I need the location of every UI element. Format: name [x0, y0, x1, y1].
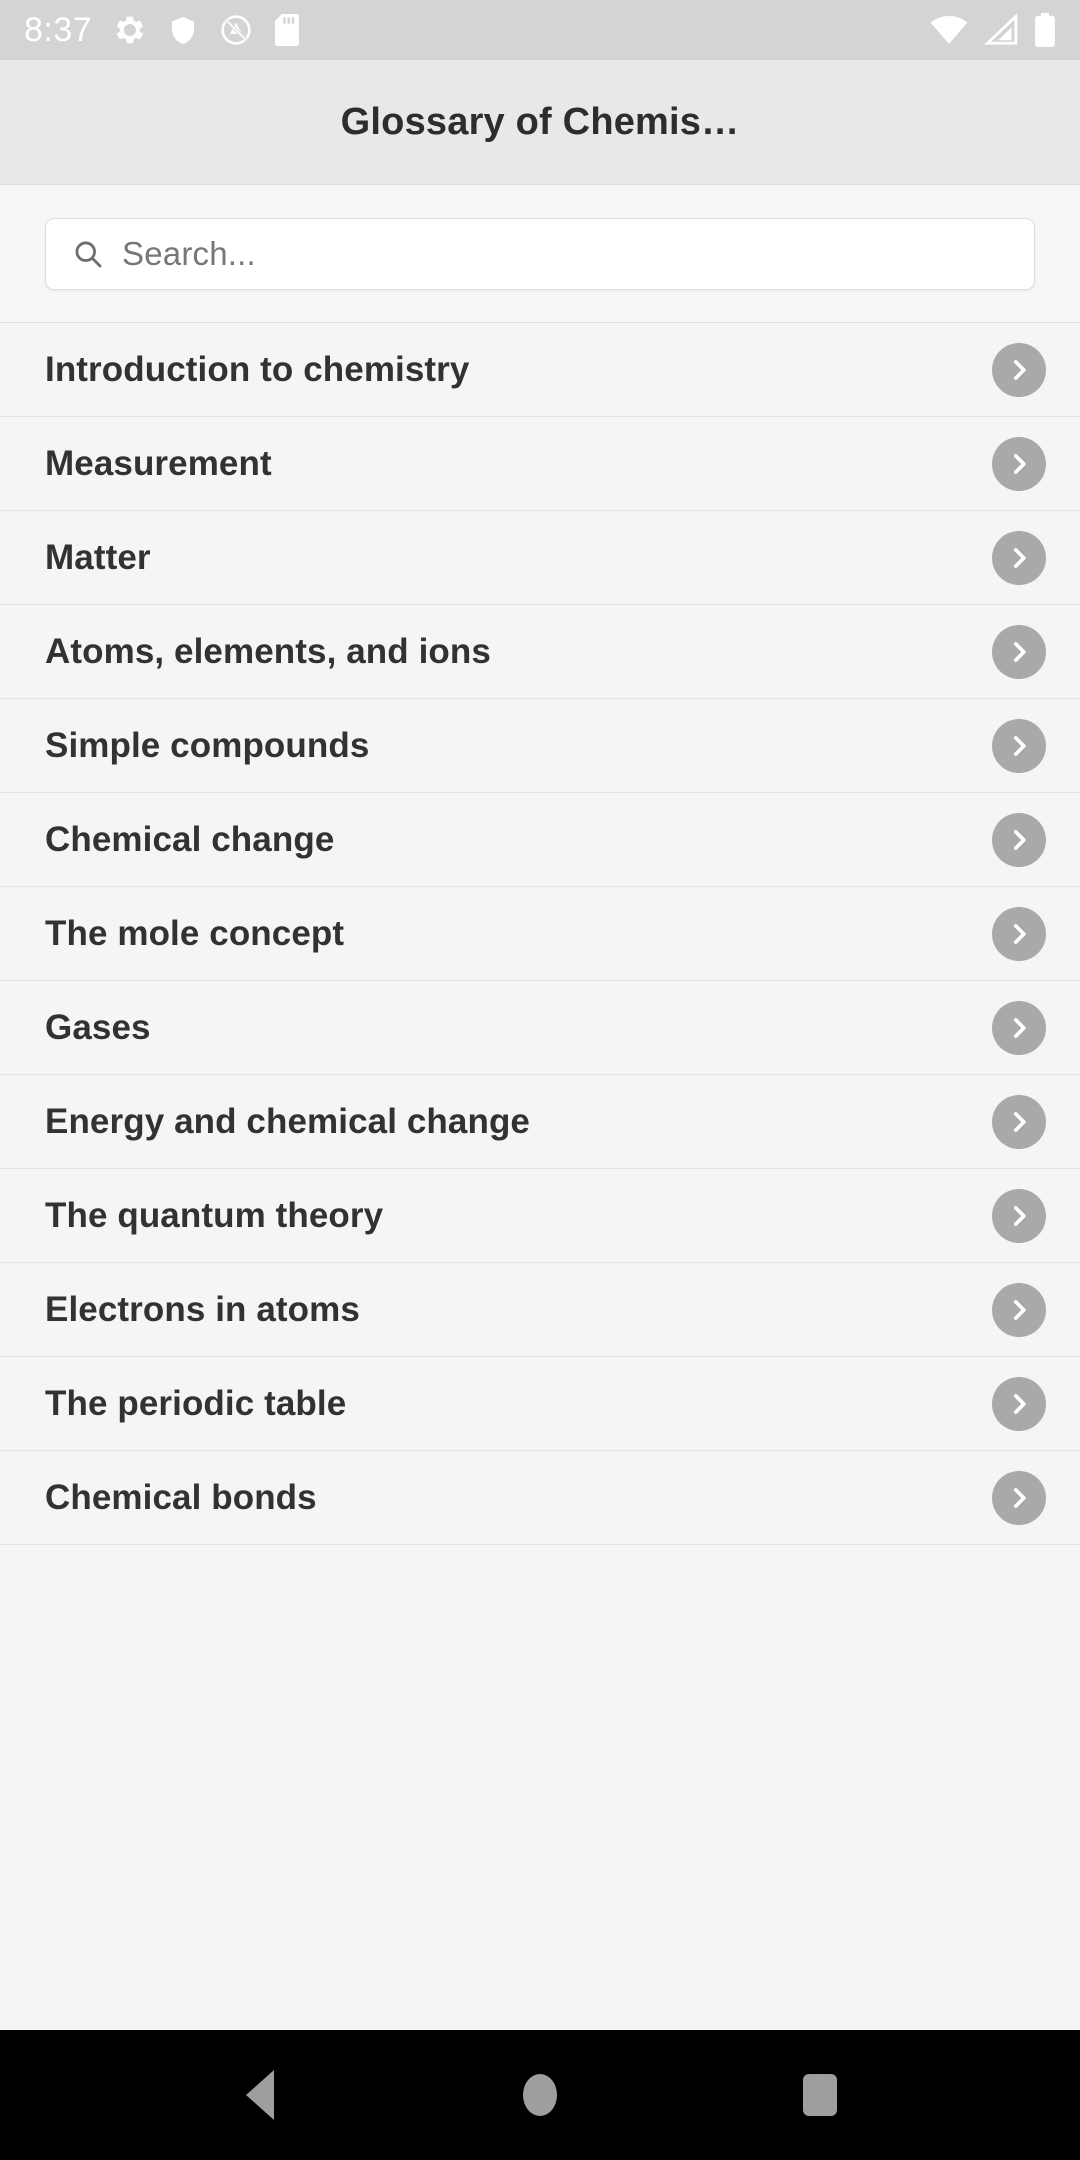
glossary-list[interactable]: Introduction to chemistry Measurement Matt…: [0, 323, 1080, 2030]
shield-icon: [168, 14, 198, 46]
no-ads-circle-slash-icon: [220, 14, 252, 46]
system-navigation-bar: [0, 2030, 1080, 2160]
app-screen: 8:37 Glossary of Chemis… Search... Intro…: [0, 0, 1080, 2160]
status-bar-right: [930, 13, 1056, 47]
square-icon: [803, 2074, 837, 2116]
list-item-label: Chemical bonds: [45, 1477, 317, 1517]
search-placeholder: Search...: [122, 234, 256, 272]
chevron-right-icon[interactable]: [992, 1376, 1046, 1431]
list-item-label: Atoms, elements, and ions: [45, 631, 491, 671]
list-item-label: Electrons in atoms: [45, 1289, 360, 1329]
chevron-right-icon[interactable]: [992, 1000, 1046, 1055]
search-icon: [72, 238, 104, 270]
app-title-bar: Glossary of Chemis…: [0, 60, 1080, 185]
chevron-right-icon[interactable]: [992, 1282, 1046, 1337]
triangle-left-icon: [246, 2070, 274, 2120]
chevron-right-icon[interactable]: [992, 718, 1046, 773]
chevron-right-icon[interactable]: [992, 812, 1046, 867]
list-item-label: Chemical change: [45, 819, 335, 859]
list-item[interactable]: The periodic table: [0, 1357, 1080, 1451]
cell-signal-icon: [984, 14, 1018, 46]
list-item-label: The periodic table: [45, 1383, 347, 1423]
chevron-right-icon[interactable]: [992, 906, 1046, 961]
list-item-label: The mole concept: [45, 913, 345, 953]
list-item-label: Measurement: [45, 443, 272, 483]
list-item-label: Gases: [45, 1007, 151, 1047]
search-section: Search...: [0, 185, 1080, 323]
chevron-right-icon[interactable]: [992, 1188, 1046, 1243]
chevron-right-icon[interactable]: [992, 1094, 1046, 1149]
list-item[interactable]: Atoms, elements, and ions: [0, 605, 1080, 699]
list-item[interactable]: Electrons in atoms: [0, 1263, 1080, 1357]
list-item[interactable]: Gases: [0, 981, 1080, 1075]
list-item-label: Simple compounds: [45, 725, 370, 765]
battery-icon: [1034, 13, 1056, 47]
wifi-icon: [930, 14, 968, 46]
page-title: Glossary of Chemis…: [340, 100, 740, 143]
list-item[interactable]: Measurement: [0, 417, 1080, 511]
list-item-label: Introduction to chemistry: [45, 349, 470, 389]
list-item[interactable]: Simple compounds: [0, 699, 1080, 793]
list-item[interactable]: The mole concept: [0, 887, 1080, 981]
list-item[interactable]: The quantum theory: [0, 1169, 1080, 1263]
list-item-label: Energy and chemical change: [45, 1101, 530, 1141]
list-item[interactable]: Chemical bonds: [0, 1451, 1080, 1545]
back-button[interactable]: [200, 2035, 320, 2155]
list-item[interactable]: Introduction to chemistry: [0, 323, 1080, 417]
sd-card-icon: [274, 14, 300, 46]
list-item[interactable]: Energy and chemical change: [0, 1075, 1080, 1169]
status-clock: 8:37: [24, 11, 93, 49]
chevron-right-icon[interactable]: [992, 1470, 1046, 1525]
gear-icon: [114, 14, 146, 46]
list-item-label: Matter: [45, 537, 151, 577]
list-item[interactable]: Chemical change: [0, 793, 1080, 887]
chevron-right-icon[interactable]: [992, 342, 1046, 397]
chevron-right-icon[interactable]: [992, 624, 1046, 679]
list-item[interactable]: Matter: [0, 511, 1080, 605]
status-bar-left: 8:37: [24, 13, 300, 47]
list-item-label: The quantum theory: [45, 1195, 384, 1235]
status-bar: 8:37: [0, 0, 1080, 60]
chevron-right-icon[interactable]: [992, 530, 1046, 585]
chevron-right-icon[interactable]: [992, 436, 1046, 491]
recents-button[interactable]: [760, 2035, 880, 2155]
home-button[interactable]: [480, 2035, 600, 2155]
search-input[interactable]: Search...: [45, 217, 1035, 290]
circle-icon: [523, 2074, 557, 2116]
